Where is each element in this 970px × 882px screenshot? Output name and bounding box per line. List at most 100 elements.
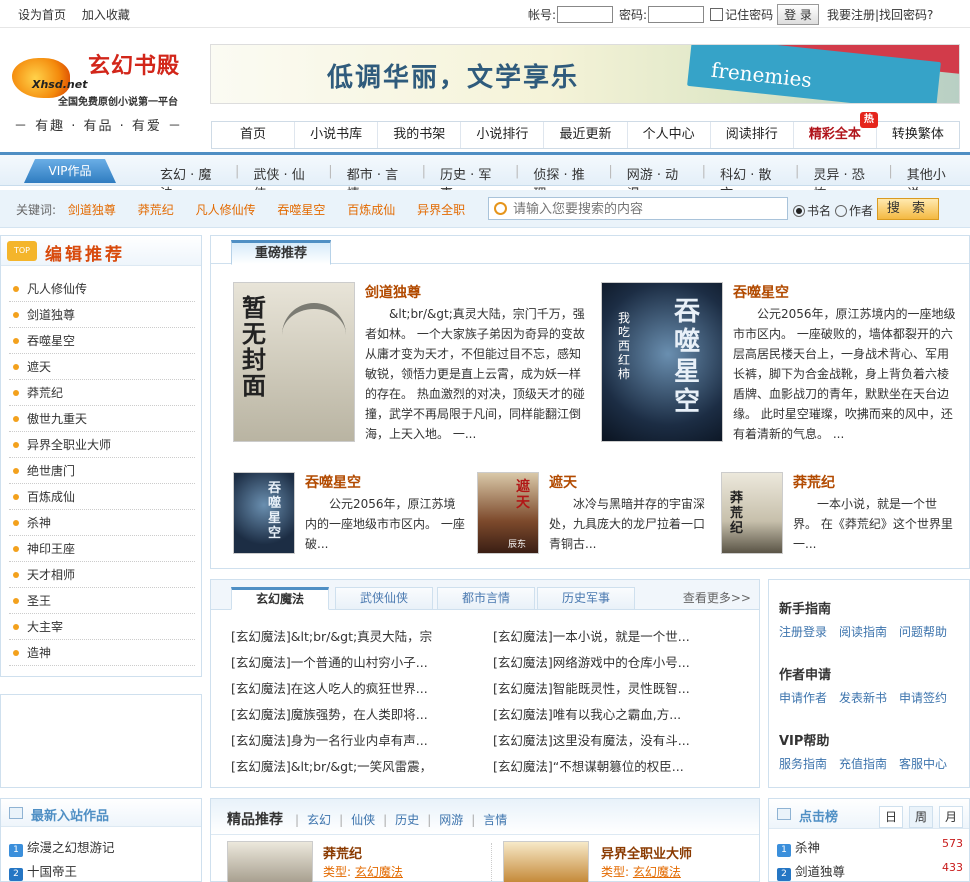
radio-author[interactable] <box>835 204 848 217</box>
radio-title[interactable] <box>793 204 805 217</box>
tab-xuanhuan[interactable]: 玄幻魔法 <box>231 587 329 610</box>
register-link[interactable]: 我要注册 <box>827 6 875 23</box>
keyword-link[interactable]: 百炼成仙 <box>347 203 395 217</box>
list-item[interactable]: 百炼成仙 <box>9 484 195 510</box>
list-item[interactable]: 神印王座 <box>9 536 195 562</box>
tab-day[interactable]: 日 <box>879 806 903 828</box>
list-item[interactable]: 异界全职业大师 <box>9 432 195 458</box>
book-title[interactable]: 莽荒纪 <box>793 472 835 492</box>
book-cover[interactable]: 吞噬星空 我吃西红柿 <box>601 282 723 442</box>
nav-item[interactable]: 首页 <box>212 122 296 148</box>
rank-row[interactable]: 1 杀神 573 <box>777 837 963 857</box>
guide-link[interactable]: 注册登录 <box>779 625 827 639</box>
list-item[interactable]: [玄幻魔法]&lt;br/&gt;一笑风雷震， <box>231 754 469 780</box>
guide-link[interactable]: 充值指南 <box>839 757 887 771</box>
tab-wuxia[interactable]: 武侠仙侠 <box>335 587 433 610</box>
list-item[interactable]: [玄幻魔法]唯有以我心之霸血,方... <box>493 702 731 728</box>
book-cover[interactable] <box>227 841 313 882</box>
nav-item[interactable]: 我的书架 <box>378 122 462 148</box>
type-link[interactable]: 玄幻魔法 <box>355 865 403 879</box>
category-link[interactable]: 玄幻 <box>307 813 331 827</box>
list-item[interactable]: 2 十国帝王 <box>9 861 77 881</box>
list-item[interactable]: 遮天 <box>9 354 195 380</box>
list-item[interactable]: 造神 <box>9 640 195 666</box>
guide-link[interactable]: 发表新书 <box>839 691 887 705</box>
guide-link[interactable]: 申请作者 <box>779 691 827 705</box>
category-link[interactable]: 网游 <box>439 813 463 827</box>
keyword-link[interactable]: 剑道独尊 <box>68 203 116 217</box>
book-title[interactable]: 莽荒纪 <box>323 843 362 862</box>
list-item[interactable]: 大主宰 <box>9 614 195 640</box>
keyword-link[interactable]: 吞噬星空 <box>277 203 325 217</box>
nav-item[interactable]: 最近更新 <box>544 122 628 148</box>
search-input[interactable] <box>513 200 783 218</box>
login-button[interactable]: 登 录 <box>777 4 819 25</box>
more-link[interactable]: 查看更多>> <box>683 589 751 606</box>
list-item[interactable]: [玄幻魔法]网络游戏中的仓库小号... <box>493 650 731 676</box>
book-title[interactable]: 异界全职业大师 <box>601 843 692 862</box>
nav-item-complete[interactable]: 精彩全本热 <box>794 112 878 148</box>
set-home-link[interactable]: 设为首页 <box>18 8 66 22</box>
nav-item[interactable]: 阅读排行 <box>711 122 794 148</box>
list-item[interactable]: 绝世唐门 <box>9 458 195 484</box>
vip-tab[interactable]: VIP作品 <box>24 159 116 183</box>
book-title[interactable]: 剑道独尊 <box>365 282 421 302</box>
list-item[interactable]: [玄幻魔法]一本小说，就是一个世... <box>493 624 731 650</box>
password-input[interactable] <box>648 6 705 23</box>
book-cover[interactable]: 遮天 辰东 <box>477 472 539 554</box>
guide-link[interactable]: 服务指南 <box>779 757 827 771</box>
list-item[interactable]: [玄幻魔法]一个普通的山村穷小子... <box>231 650 469 676</box>
guide-link[interactable]: 问题帮助 <box>899 625 947 639</box>
book-cover[interactable]: 吞噬星空 <box>233 472 295 554</box>
book-title[interactable]: 吞噬星空 <box>305 472 361 492</box>
list-item[interactable]: 凡人修仙传 <box>9 276 195 302</box>
search-button[interactable]: 搜 索 <box>877 198 939 220</box>
list-item[interactable]: 天才相师 <box>9 562 195 588</box>
list-item[interactable]: [玄幻魔法]&lt;br/&gt;真灵大陆，宗 <box>231 624 469 650</box>
add-favorite-link[interactable]: 加入收藏 <box>82 8 130 22</box>
list-item[interactable]: [玄幻魔法]身为一名行业内卓有声... <box>231 728 469 754</box>
list-item[interactable]: 傲世九重天 <box>9 406 195 432</box>
account-input[interactable] <box>557 6 614 23</box>
guide-link[interactable]: 申请签约 <box>899 691 947 705</box>
list-item[interactable]: 1 综漫之幻想游记 <box>9 837 115 857</box>
nav-item[interactable]: 转换繁体 <box>877 122 959 148</box>
keyword-link[interactable]: 凡人修仙传 <box>196 203 256 217</box>
type-link[interactable]: 玄幻魔法 <box>633 865 681 879</box>
category-link[interactable]: 言情 <box>483 813 507 827</box>
list-item[interactable]: [玄幻魔法]“不想谋朝篡位的权臣... <box>493 754 731 780</box>
keyword-link[interactable]: 莽荒纪 <box>138 203 174 217</box>
list-item[interactable]: 圣王 <box>9 588 195 614</box>
tab-featured[interactable]: 重磅推荐 <box>231 240 331 265</box>
book-cover[interactable]: 暂无封面 <box>233 282 355 442</box>
tab-week[interactable]: 周 <box>909 806 933 828</box>
guide-link[interactable]: 客服中心 <box>899 757 947 771</box>
guide-link[interactable]: 阅读指南 <box>839 625 887 639</box>
nav-item[interactable]: 小说排行 <box>461 122 545 148</box>
list-item[interactable]: [玄幻魔法]在这人吃人的疯狂世界... <box>231 676 469 702</box>
nav-item[interactable]: 小说书库 <box>295 122 379 148</box>
keyword-link[interactable]: 异界全职 <box>417 203 465 217</box>
book-cover[interactable]: 莽荒纪 <box>721 472 783 554</box>
tab-dushi[interactable]: 都市言情 <box>437 587 535 610</box>
book-title[interactable]: 吞噬星空 <box>733 282 789 302</box>
list-item[interactable]: 杀神 <box>9 510 195 536</box>
rank-row[interactable]: 2 剑道独尊 433 <box>777 861 963 881</box>
book-cover[interactable] <box>503 841 589 882</box>
list-item[interactable]: [玄幻魔法]智能既灵性，灵性既智... <box>493 676 731 702</box>
list-item[interactable]: 莽荒纪 <box>9 380 195 406</box>
remember-checkbox[interactable] <box>710 8 724 21</box>
tab-lishi[interactable]: 历史军事 <box>537 587 635 610</box>
tab-month[interactable]: 月 <box>939 806 963 828</box>
list-item[interactable]: [玄幻魔法]魔族强势，在人类即将... <box>231 702 469 728</box>
nav-item[interactable]: 个人中心 <box>628 122 711 148</box>
book-title[interactable]: 遮天 <box>549 472 577 492</box>
list-item[interactable]: [玄幻魔法]这里没有魔法，没有斗... <box>493 728 731 754</box>
category-link[interactable]: 历史 <box>395 813 419 827</box>
list-item[interactable]: 剑道独尊 <box>9 302 195 328</box>
site-logo[interactable]: Xhsd.net 玄幻书殿 全国免费原创小说第一平台 <box>2 42 202 114</box>
category-link[interactable]: 仙侠 <box>351 813 375 827</box>
recover-password-link[interactable]: 找回密码? <box>879 6 933 23</box>
header-banner[interactable]: frenemies 低调华丽，文学享乐 <box>210 44 960 104</box>
list-item[interactable]: 吞噬星空 <box>9 328 195 354</box>
